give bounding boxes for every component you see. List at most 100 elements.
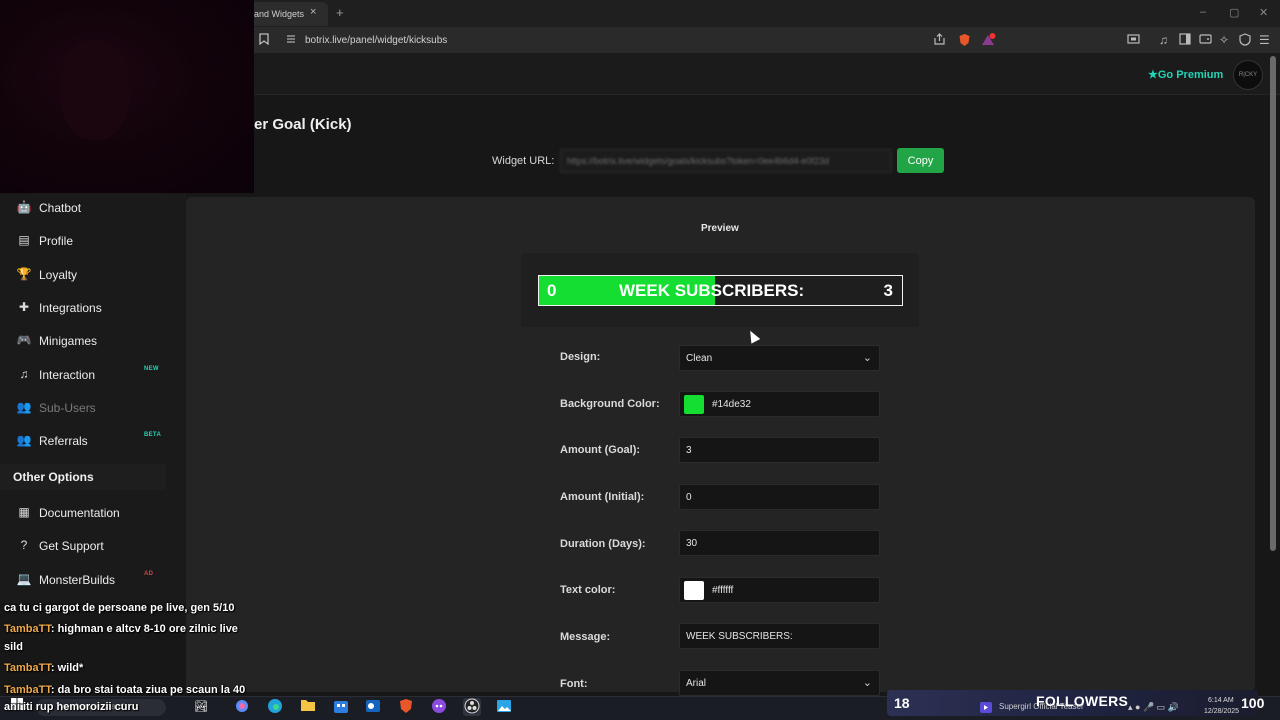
chat-message: ca tu ci gargot de persoane pe live, gen… xyxy=(4,602,234,614)
amount-goal-input[interactable]: 3 xyxy=(679,437,880,463)
text-color-label: Text color: xyxy=(560,584,616,596)
window-close-icon[interactable]: ✕ xyxy=(1259,6,1268,19)
trophy-icon: 🏆 xyxy=(16,267,32,281)
leo-ai-icon[interactable]: ✧ xyxy=(1219,33,1229,47)
clock-date[interactable]: 12/28/2025 xyxy=(1204,708,1239,715)
site-info-icon[interactable] xyxy=(285,33,297,48)
brave-browser-icon[interactable] xyxy=(397,698,415,716)
goal-message: WEEK SUBSCRIBERS: xyxy=(619,281,805,300)
sidebar-item-label: Interaction xyxy=(39,368,96,382)
chat-text: sild xyxy=(4,641,23,653)
amount-initial-input[interactable]: 0 xyxy=(679,484,880,510)
user-group-icon: 👥 xyxy=(16,433,32,447)
page-scrollbar[interactable] xyxy=(1270,56,1276,551)
sidebar-item-sub-users[interactable]: 👥 Sub-Users xyxy=(0,393,170,423)
sidebar-item-monsterbuilds[interactable]: 💻 MonsterBuilds AD xyxy=(0,565,170,595)
go-premium-label: Go Premium xyxy=(1157,69,1224,81)
go-premium-link[interactable]: ★Go Premium xyxy=(1148,68,1223,81)
amount-initial-label: Amount (Initial): xyxy=(560,491,645,503)
sidebar-item-interaction[interactable]: ♫ Interaction NEW xyxy=(0,360,170,390)
obs-icon[interactable] xyxy=(463,698,481,716)
media-play-icon[interactable] xyxy=(980,700,992,718)
new-tab-icon[interactable]: + xyxy=(336,5,344,20)
menu-icon[interactable]: ☰ xyxy=(1259,33,1270,47)
store-icon[interactable] xyxy=(332,698,350,716)
chevron-down-icon: ⌄ xyxy=(862,352,872,364)
search-highlight-icon[interactable]: 🏞 xyxy=(178,698,224,716)
chat-text: ani iti rup hemoroizii curu xyxy=(4,701,139,713)
sidebar-item-label: Chatbot xyxy=(39,201,82,215)
clock-time[interactable]: 6:14 AM xyxy=(1208,697,1234,704)
media-icon[interactable]: ♫ xyxy=(1159,33,1168,47)
users-icon: 👥 xyxy=(16,400,32,414)
wallet-icon[interactable] xyxy=(1199,33,1212,48)
message-input[interactable]: WEEK SUBSCRIBERS: xyxy=(679,623,880,649)
outlook-icon[interactable] xyxy=(364,698,382,716)
sidebar-item-label: Documentation xyxy=(39,506,120,520)
screenshot-icon[interactable] xyxy=(1127,33,1140,48)
rewards-icon[interactable] xyxy=(981,33,996,50)
other-options-title: Other Options xyxy=(13,470,94,484)
gamepad-icon: 🎮 xyxy=(16,333,32,347)
widget-url-label: Widget URL: xyxy=(492,155,555,167)
font-value: Arial xyxy=(686,678,707,689)
sidebar-item-label: Loyalty xyxy=(39,268,78,282)
sidebar-item-get-support[interactable]: ? Get Support xyxy=(0,531,170,561)
chat-username: TambaTT xyxy=(4,662,51,674)
amount-goal-label: Amount (Goal): xyxy=(560,444,641,456)
chat-username: TambaTT xyxy=(4,684,51,696)
sidebar-item-label: Profile xyxy=(39,234,74,248)
sidebar-item-label: Referrals xyxy=(39,434,88,448)
text-color-value: #ffffff xyxy=(712,585,734,596)
minimize-icon[interactable]: – xyxy=(1200,6,1206,18)
star-icon: ★ xyxy=(1148,69,1158,81)
text-color-field[interactable]: #ffffff xyxy=(679,577,880,603)
sidebar-item-minigames[interactable]: 🎮 Minigames xyxy=(0,326,170,356)
design-select[interactable]: Clean ⌄ xyxy=(679,345,880,371)
sidebar-item-referrals[interactable]: 👥 Referrals BETA xyxy=(0,426,170,456)
avatar[interactable]: R|CKY xyxy=(1233,60,1263,90)
copy-button[interactable]: Copy xyxy=(897,148,944,173)
system-tray-icons[interactable]: ▴ ● 🎤 ▭ 🔊 xyxy=(1128,702,1179,713)
vpn-icon[interactable] xyxy=(1239,33,1251,49)
sidebar-toggle-icon[interactable] xyxy=(1179,33,1191,48)
file-explorer-icon[interactable] xyxy=(299,698,317,716)
sidebar-item-integrations[interactable]: ✚ Integrations xyxy=(0,293,170,323)
sidebar-badge: AD xyxy=(144,571,154,577)
sidebar-item-loyalty[interactable]: 🏆 Loyalty xyxy=(0,260,170,290)
duration-label: Duration (Days): xyxy=(560,538,646,550)
sidebar-item-label: Integrations xyxy=(39,301,102,315)
sidebar-badge: NEW xyxy=(144,366,159,372)
chat-text: : da bro stai toata ziua pe scaun la 40 xyxy=(50,684,246,696)
photos-icon[interactable] xyxy=(495,698,513,716)
widget-url-field[interactable]: https://botrix.live/widgets/goals/kicksu… xyxy=(560,149,892,173)
question-circle-icon: ? xyxy=(20,538,28,552)
book-icon: ▦ xyxy=(18,505,30,519)
discord-icon[interactable] xyxy=(430,698,448,716)
goal-initial-value: 0 xyxy=(547,281,557,300)
sidebar-item-label: Minigames xyxy=(39,334,98,348)
chat-text: : highman e altcv 8-10 ore zilnic live xyxy=(50,623,238,635)
url-field[interactable]: botrix.live/panel/widget/kicksubs xyxy=(305,35,447,46)
bookmark-icon[interactable] xyxy=(259,33,269,48)
maximize-icon[interactable]: ▢ xyxy=(1229,6,1239,19)
chat-text: ca tu ci gargot de persoane pe live, gen… xyxy=(4,602,235,614)
tab-close-icon[interactable]: × xyxy=(310,6,316,18)
sidebar-item-profile[interactable]: ▤ Profile xyxy=(0,226,170,256)
duration-input[interactable]: 30 xyxy=(679,530,880,556)
puzzle-icon: ✚ xyxy=(18,300,30,314)
sidebar-item-chatbot[interactable]: 🤖 Chatbot xyxy=(0,193,170,223)
followers-goal-target: 100 xyxy=(1241,695,1265,711)
font-select[interactable]: Arial ⌄ xyxy=(679,670,880,696)
music-icon: ♫ xyxy=(19,367,29,381)
copilot-icon[interactable] xyxy=(233,698,251,716)
share-icon[interactable] xyxy=(933,33,946,48)
sidebar-item-label: Get Support xyxy=(39,539,104,553)
background-color-field[interactable]: #14de32 xyxy=(679,391,880,417)
brave-shield-icon[interactable] xyxy=(958,33,971,50)
message-label: Message: xyxy=(560,631,611,643)
edge-icon[interactable] xyxy=(266,698,284,716)
text-color-swatch[interactable] xyxy=(684,581,704,600)
background-color-swatch[interactable] xyxy=(684,395,704,414)
sidebar-item-documentation[interactable]: ▦ Documentation xyxy=(0,498,170,528)
